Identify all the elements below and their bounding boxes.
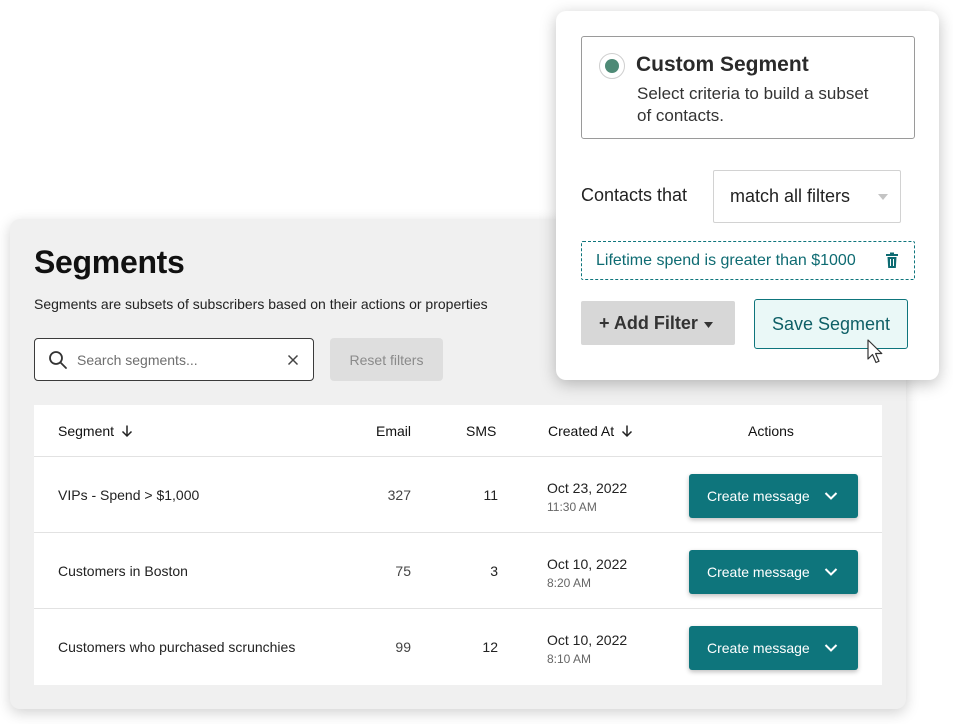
reset-filters-button[interactable]: Reset filters (330, 338, 443, 381)
column-header-email[interactable]: Email (376, 423, 411, 439)
add-filter-label: + Add Filter (599, 312, 698, 333)
table-row: VIPs - Spend > $1,000 327 11 Oct 23, 202… (34, 457, 882, 533)
arrow-down-icon (622, 425, 633, 438)
search-icon (49, 351, 67, 369)
table-row: Customers in Boston 75 3 Oct 10, 2022 8:… (34, 533, 882, 609)
email-count: 99 (395, 639, 411, 655)
column-header-label: Created At (548, 423, 615, 439)
sms-count: 3 (490, 563, 498, 579)
segments-table: Segment Email SMS Created At Actions VIP… (34, 405, 882, 685)
search-input[interactable] (77, 347, 277, 372)
created-date: Oct 23, 2022 (547, 480, 628, 496)
created-time: 8:10 AM (547, 652, 592, 666)
contacts-that-label: Contacts that (581, 185, 688, 205)
cursor-icon (867, 339, 883, 364)
column-header-segment[interactable]: Segment (58, 423, 134, 439)
create-message-label: Create message (707, 640, 810, 656)
page-subtitle: Segments are subsets of subscribers base… (34, 296, 488, 312)
filter-chip[interactable]: Lifetime spend is greater than $1000 (581, 241, 915, 280)
created-date: Oct 10, 2022 (547, 632, 628, 648)
column-header-label: Segment (58, 423, 115, 439)
column-header-label: Actions (748, 423, 794, 439)
custom-segment-option[interactable]: Custom Segment Select criteria to build … (581, 36, 915, 139)
custom-segment-description: Select criteria to build a subset of con… (637, 84, 869, 125)
table-row: Customers who purchased scrunchies 99 12… (34, 609, 882, 685)
close-icon[interactable] (285, 352, 301, 368)
chevron-down-icon (824, 568, 838, 576)
create-message-button[interactable]: Create message (689, 550, 858, 594)
create-message-button[interactable]: Create message (689, 626, 858, 670)
chevron-down-icon (824, 492, 838, 500)
created-time: 8:20 AM (547, 576, 592, 590)
column-header-label: Email (376, 423, 412, 439)
caret-down-icon (703, 321, 713, 328)
trash-icon[interactable] (885, 252, 899, 269)
create-message-label: Create message (707, 564, 810, 580)
add-filter-button[interactable]: + Add Filter (581, 301, 735, 345)
table-header: Segment Email SMS Created At Actions (34, 405, 882, 457)
custom-segment-title: Custom Segment (636, 53, 809, 76)
column-header-actions: Actions (748, 423, 794, 439)
sms-count: 11 (483, 487, 498, 503)
arrow-down-icon (122, 425, 133, 438)
email-count: 75 (395, 563, 411, 579)
caret-down-icon (878, 194, 888, 200)
segment-name[interactable]: Customers in Boston (58, 563, 188, 579)
segment-name[interactable]: VIPs - Spend > $1,000 (58, 487, 199, 503)
filter-chip-label: Lifetime spend is greater than $1000 (596, 252, 856, 269)
chevron-down-icon (824, 644, 838, 652)
email-count: 327 (387, 487, 411, 503)
create-message-button[interactable]: Create message (689, 474, 858, 518)
match-filters-value: match all filters (730, 186, 851, 206)
column-header-sms[interactable]: SMS (466, 423, 496, 439)
column-header-created-at[interactable]: Created At (548, 423, 634, 439)
segment-name[interactable]: Customers who purchased scrunchies (58, 639, 295, 655)
sms-count: 12 (482, 639, 498, 655)
column-header-label: SMS (466, 423, 497, 439)
page-title: Segments (34, 244, 185, 280)
search-box[interactable] (34, 338, 314, 381)
created-date: Oct 10, 2022 (547, 556, 628, 572)
created-time: 11:30 AM (547, 500, 597, 514)
match-filters-select[interactable]: match all filters (713, 170, 901, 223)
custom-segment-popover: Custom Segment Select criteria to build … (556, 11, 939, 380)
radio-selected-dot (605, 59, 619, 73)
custom-segment-radio[interactable] (599, 53, 625, 79)
create-message-label: Create message (707, 488, 810, 504)
